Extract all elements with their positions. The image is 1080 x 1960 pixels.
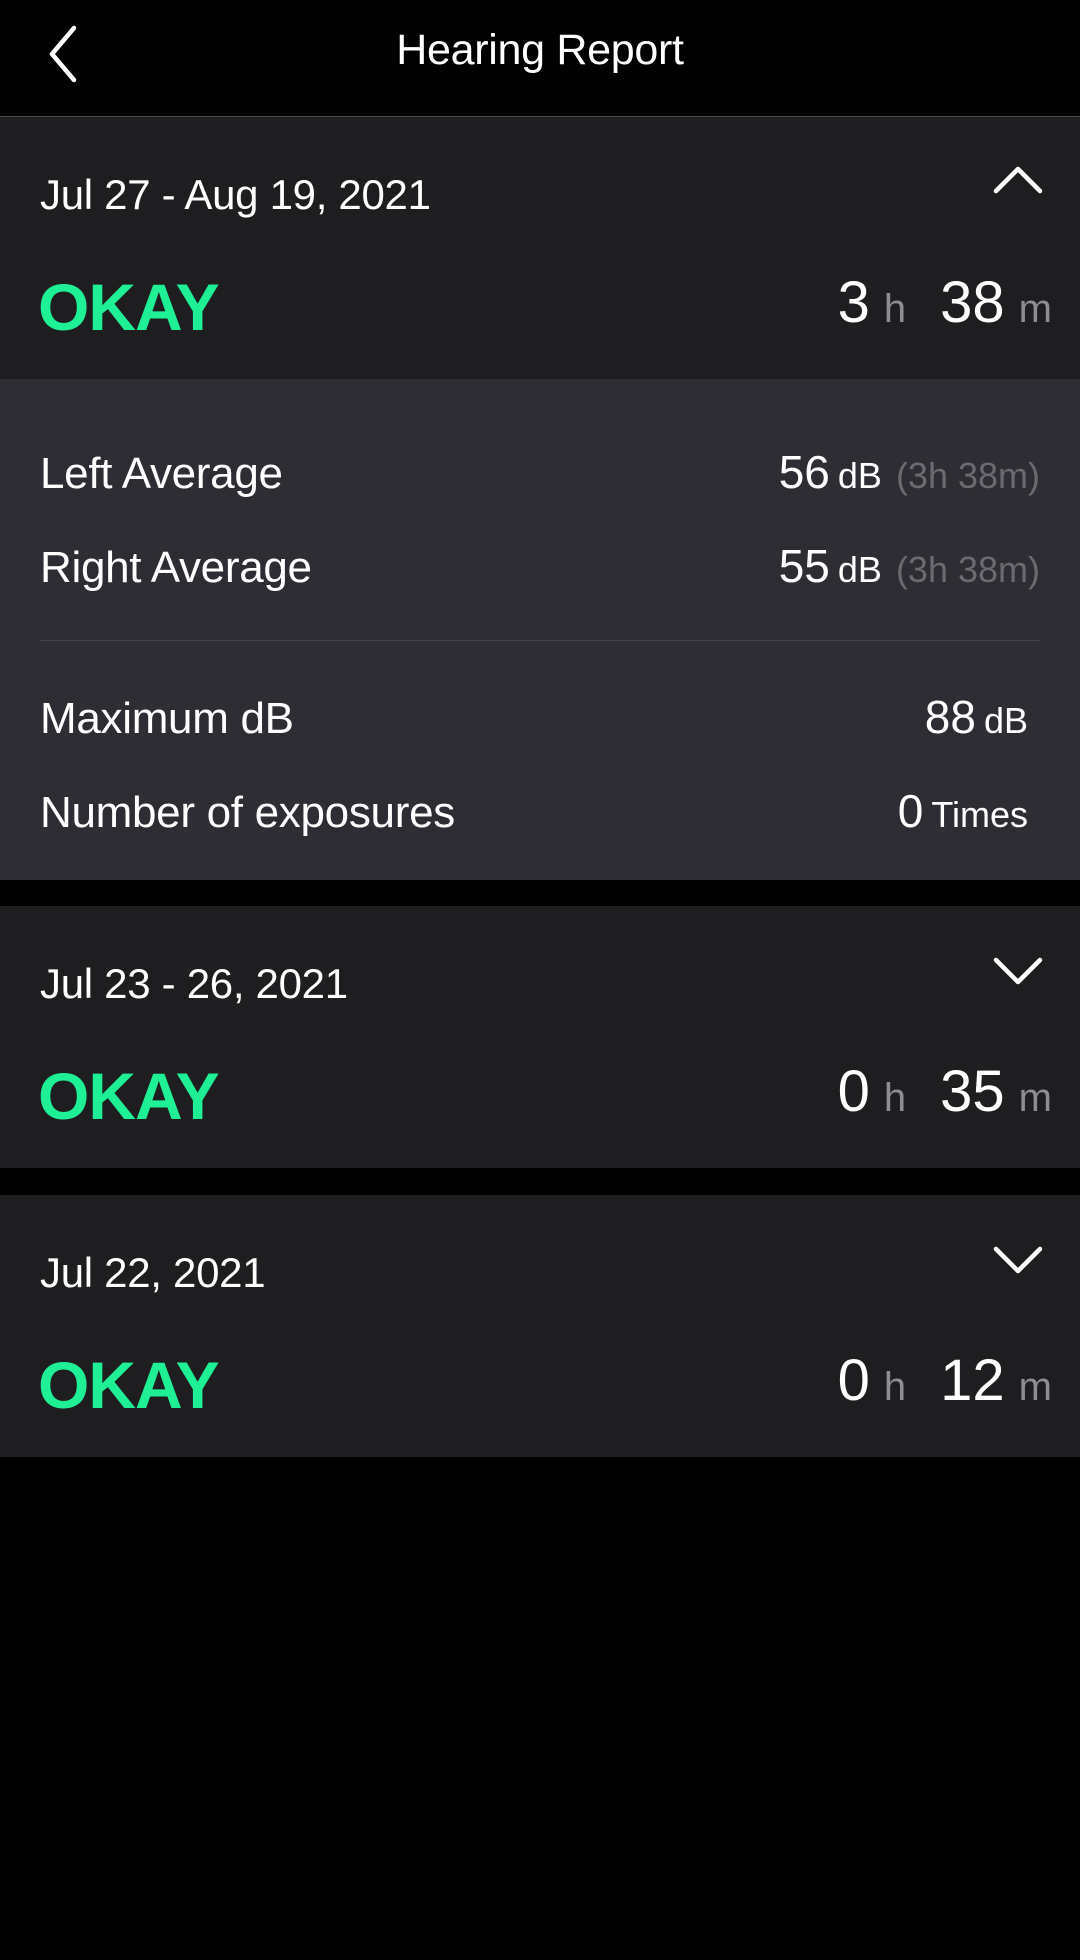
duration-minutes: 12 — [940, 1348, 1005, 1413]
exposures-count: 0 — [897, 785, 924, 837]
right-average-duration: (3h 38m) — [895, 549, 1040, 590]
left-average-duration: (3h 38m) — [895, 455, 1040, 496]
maximum-db-value: 88 dB — [925, 682, 1028, 756]
status-badge: OKAY — [38, 1059, 220, 1133]
date-range: Jul 23 - 26, 2021 — [40, 960, 348, 1007]
duration-minutes: 38 — [940, 270, 1005, 335]
minutes-unit: m — [1018, 1365, 1052, 1409]
right-average-unit: dB — [837, 549, 882, 590]
listening-duration: 3 h 38 m — [838, 263, 1052, 349]
left-average-unit: dB — [837, 455, 882, 496]
status-badge: OKAY — [38, 1348, 220, 1422]
exposures-value: 0 Times — [898, 776, 1028, 850]
report-card-summary[interactable]: Jul 22, 2021 OKAY 0 h 12 m — [0, 1195, 1080, 1457]
maximum-db-unit: dB — [983, 700, 1028, 741]
duration-minutes: 35 — [940, 1059, 1005, 1124]
page-title: Hearing Report — [396, 26, 684, 74]
chevron-down-icon — [993, 1246, 1043, 1274]
status-badge: OKAY — [38, 270, 220, 344]
report-card: Jul 27 - Aug 19, 2021 OKAY 3 h 38 m Left… — [0, 117, 1080, 880]
hours-unit: h — [883, 287, 907, 331]
report-details: Left Average 56 dB (3h 38m) Right Averag… — [0, 379, 1080, 880]
minutes-unit: m — [1018, 1076, 1052, 1120]
right-average-label: Right Average — [40, 543, 312, 592]
chevron-up-icon — [993, 166, 1043, 194]
exposures-label: Number of exposures — [40, 788, 455, 837]
maximum-db-number: 88 — [924, 691, 976, 743]
maximum-db-row: Maximum dB 88 dB — [40, 682, 1028, 752]
left-average-db: 56 — [778, 446, 830, 498]
divider — [40, 640, 1040, 641]
hours-unit: h — [883, 1365, 907, 1409]
listening-duration: 0 h 12 m — [838, 1341, 1052, 1427]
exposures-unit: Times — [931, 794, 1028, 835]
listening-duration: 0 h 35 m — [838, 1052, 1052, 1138]
left-average-row: Left Average 56 dB (3h 38m) — [40, 437, 1040, 507]
hours-unit: h — [883, 1076, 907, 1120]
report-card: Jul 23 - 26, 2021 OKAY 0 h 35 m — [0, 906, 1080, 1168]
right-average-value: 55 dB (3h 38m) — [779, 531, 1040, 605]
left-average-label: Left Average — [40, 449, 283, 498]
expand-toggle[interactable] — [988, 1239, 1048, 1279]
date-range: Jul 22, 2021 — [40, 1249, 266, 1296]
expand-toggle[interactable] — [988, 950, 1048, 990]
right-average-row: Right Average 55 dB (3h 38m) — [40, 531, 1040, 601]
duration-hours: 3 — [837, 270, 870, 335]
report-card: Jul 22, 2021 OKAY 0 h 12 m — [0, 1195, 1080, 1457]
date-range: Jul 27 - Aug 19, 2021 — [40, 171, 431, 218]
report-card-summary[interactable]: Jul 23 - 26, 2021 OKAY 0 h 35 m — [0, 906, 1080, 1168]
app-header: Hearing Report — [0, 0, 1080, 117]
collapse-toggle[interactable] — [988, 161, 1048, 201]
duration-hours: 0 — [837, 1059, 870, 1124]
chevron-down-icon — [993, 957, 1043, 985]
report-card-summary[interactable]: Jul 27 - Aug 19, 2021 OKAY 3 h 38 m — [0, 117, 1080, 379]
duration-hours: 0 — [837, 1348, 870, 1413]
exposures-row: Number of exposures 0 Times — [40, 776, 1028, 846]
right-average-db: 55 — [778, 540, 830, 592]
maximum-db-label: Maximum dB — [40, 694, 294, 743]
left-average-value: 56 dB (3h 38m) — [779, 437, 1040, 511]
minutes-unit: m — [1018, 287, 1052, 331]
